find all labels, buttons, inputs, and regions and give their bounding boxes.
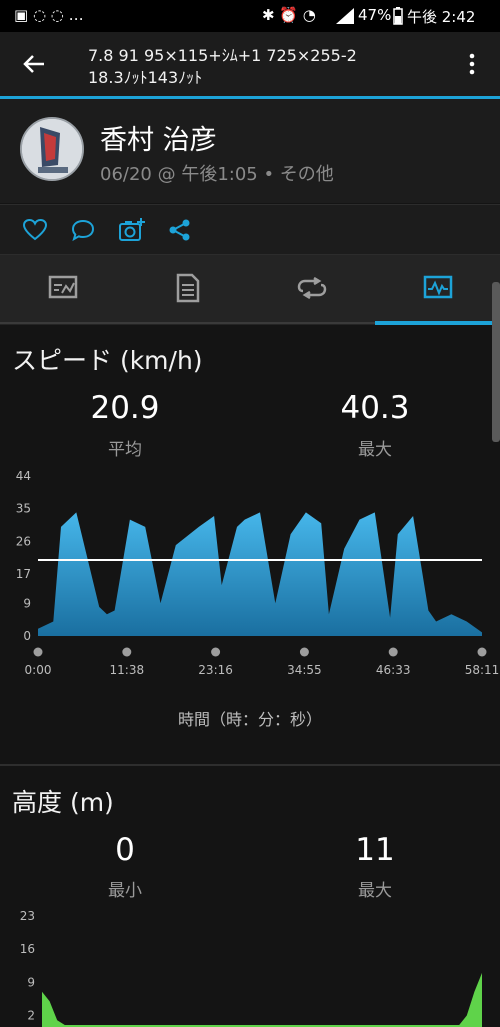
speed-avg-label: 平均 xyxy=(108,440,142,460)
speed-max-value: 40.3 xyxy=(340,390,410,426)
speed-x-tick-label: 23:16 xyxy=(198,663,233,677)
speed-y-tick-label: 9 xyxy=(23,596,31,610)
speed-x-tick-label: 11:38 xyxy=(110,663,145,677)
speed-chart: 44 35 26 17 9 0 0:00 11:38 23:16 34:55 46:33 58:11 xyxy=(16,469,500,677)
activity-meta: 06/20 @ 午後1:05 • その他 xyxy=(100,164,334,185)
speed-x-tick-dot xyxy=(388,647,398,657)
speed-x-tick-label: 0:00 xyxy=(25,663,52,677)
elevation-y-tick-label: 2 xyxy=(27,1009,35,1023)
elevation-y-tick-label: 23 xyxy=(20,909,35,923)
speed-y-tick-label: 17 xyxy=(16,567,31,581)
elevation-title: 高度 (m) xyxy=(12,788,114,817)
back-arrow-icon[interactable] xyxy=(22,52,46,76)
battery-percent: 47% xyxy=(358,6,392,24)
speed-x-tick-dot xyxy=(299,647,309,657)
speed-y-tick-label: 35 xyxy=(16,502,31,516)
status-bar: ▣ ◌ ◌ … ✱ ⏰ ◔ 47% 午後 2:42 xyxy=(0,0,500,32)
tab-summary-icon[interactable] xyxy=(48,275,78,301)
speed-x-axis-label: 時間（時：分：秒） xyxy=(177,710,322,729)
tab-laps-icon[interactable] xyxy=(297,277,327,299)
speed-x-tick-dot xyxy=(33,647,43,657)
speed-x-tick-label: 58:11 xyxy=(465,663,500,677)
speed-x-tick-label: 34:55 xyxy=(287,663,322,677)
battery-icon xyxy=(393,7,403,25)
app-bar: 7.8 91 95×115+ｼﾑ+1 725×255-2 18.3ﾉｯﾄ143ﾉ… xyxy=(0,32,500,98)
speed-title: スピード (km/h) xyxy=(12,346,203,375)
like-heart-icon[interactable] xyxy=(22,218,48,242)
elevation-chart: 23 16 9 2 xyxy=(20,909,482,1027)
speed-max-label: 最大 xyxy=(358,440,392,460)
clock: 午後 2:42 xyxy=(407,8,476,26)
speed-x-tick-label: 46:33 xyxy=(376,663,411,677)
tab-divider xyxy=(0,322,375,324)
tab-bar xyxy=(0,254,500,325)
section-divider xyxy=(0,764,500,766)
elevation-area xyxy=(42,972,482,1027)
scrollbar-thumb[interactable] xyxy=(492,282,500,442)
tab-charts-icon[interactable] xyxy=(423,275,453,301)
avatar[interactable] xyxy=(20,117,84,181)
add-photo-icon[interactable] xyxy=(118,216,146,244)
speed-x-tick-dot xyxy=(122,647,132,657)
speed-x-tick-dot xyxy=(211,647,221,657)
action-bar xyxy=(0,204,500,255)
speed-y-tick-label: 26 xyxy=(16,534,31,548)
elevation-min-label: 最小 xyxy=(108,881,142,901)
system-icons: ✱ ⏰ ◔ xyxy=(262,6,316,24)
activity-title-line1: 7.8 91 95×115+ｼﾑ+1 725×255-2 xyxy=(88,46,357,65)
tab-details-icon[interactable] xyxy=(176,273,200,303)
avatar-photo xyxy=(22,119,82,179)
speed-y-tick-label: 0 xyxy=(23,629,31,643)
activity-title-line2: 18.3ﾉｯﾄ143ﾉｯﾄ xyxy=(88,68,203,87)
speed-area xyxy=(38,512,482,636)
tab-active-indicator xyxy=(375,321,500,325)
elevation-max-label: 最大 xyxy=(358,881,392,901)
share-icon[interactable] xyxy=(168,218,192,242)
signal-icon xyxy=(336,8,354,24)
elevation-y-tick-label: 9 xyxy=(27,975,35,989)
user-name[interactable]: 香村 治彦 xyxy=(100,118,217,157)
more-options-icon[interactable] xyxy=(466,52,478,76)
elevation-max-value: 11 xyxy=(355,832,395,868)
comment-icon[interactable] xyxy=(70,218,96,242)
speed-avg-value: 20.9 xyxy=(90,390,160,426)
elevation-y-tick-label: 16 xyxy=(20,942,35,956)
elevation-min-value: 0 xyxy=(115,832,135,868)
speed-y-tick-label: 44 xyxy=(16,469,31,483)
speed-x-tick-dot xyxy=(477,647,487,657)
notification-icons: ▣ ◌ ◌ … xyxy=(14,6,84,24)
